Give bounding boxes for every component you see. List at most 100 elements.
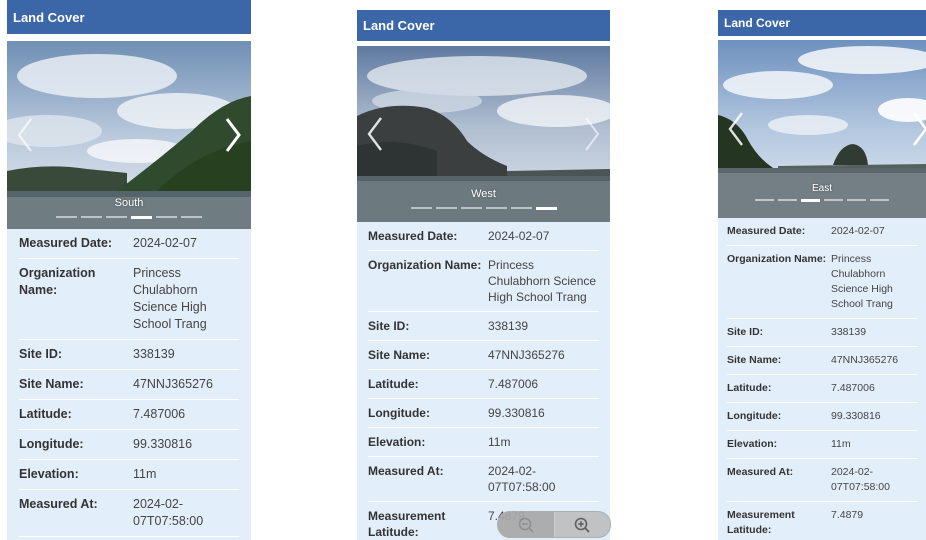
- info-row: Measurement Latitude: 7.4879: [727, 502, 917, 540]
- carousel-dot[interactable]: [755, 199, 774, 201]
- chevron-right-icon: [585, 117, 600, 151]
- app-header-title: Land Cover: [357, 10, 610, 41]
- zoom-in-button[interactable]: [555, 512, 611, 537]
- info-row: Elevation: 11m: [727, 431, 917, 459]
- info-label: Longitude:: [727, 410, 782, 422]
- info-value: 7.487006: [133, 407, 186, 421]
- info-label: Latitude:: [727, 382, 772, 394]
- info-value: 2024-02-07: [488, 229, 550, 243]
- carousel-dot[interactable]: [870, 199, 889, 201]
- photo-direction-label: West: [471, 188, 496, 200]
- site-info-table: Measured Date: 2024-02-07 Organization Nam…: [7, 229, 251, 540]
- info-value: 11m: [488, 435, 511, 449]
- info-label: Measured At:: [368, 464, 444, 478]
- info-row: Measured At: 2024-02-07T07:58:00: [19, 490, 239, 537]
- info-value: 99.330816: [488, 406, 545, 420]
- info-row: Latitude: 7.487006: [727, 375, 917, 403]
- info-row: Elevation: 11m: [19, 460, 239, 490]
- info-row: Measured Date: 2024-02-07: [727, 218, 917, 246]
- info-value: 338139: [133, 347, 175, 361]
- info-row: Latitude: 7.487006: [19, 400, 239, 430]
- info-value: 99.330816: [831, 410, 881, 422]
- carousel-dot[interactable]: [156, 216, 177, 218]
- info-value: 338139: [831, 326, 867, 338]
- info-label: Latitude:: [368, 377, 419, 391]
- info-label: Organization Name:: [368, 258, 482, 272]
- info-row: Longitude: 99.330816: [19, 430, 239, 460]
- info-label: Measurement Latitude:: [727, 509, 795, 536]
- info-row: Site Name: 47NNJ365276: [19, 370, 239, 400]
- info-label: Site ID:: [727, 326, 764, 338]
- chevron-left-icon: [17, 118, 32, 152]
- info-row: Latitude: 7.487006: [368, 370, 599, 399]
- info-row: Elevation: 11m: [368, 428, 599, 457]
- info-value: 338139: [488, 319, 529, 333]
- site-photo-carousel: East: [718, 40, 926, 218]
- info-label: Elevation:: [368, 435, 426, 449]
- info-value: Princess Chulabhorn Science High School …: [133, 266, 207, 331]
- next-photo-button[interactable]: [910, 109, 926, 149]
- carousel-dot[interactable]: [485, 207, 507, 209]
- next-photo-button[interactable]: [223, 115, 243, 155]
- info-row: Measured Date: 2024-02-07: [19, 229, 239, 259]
- info-label: Site Name:: [19, 377, 84, 391]
- info-value: 47NNJ365276: [488, 348, 565, 362]
- info-label: Organization Name:: [727, 253, 827, 265]
- site-info-table: Measured Date: 2024-02-07 Organization Nam…: [357, 222, 610, 540]
- carousel-dot[interactable]: [56, 216, 77, 218]
- zoom-out-icon: [518, 517, 534, 533]
- info-label: Organization Name:: [19, 266, 96, 297]
- previous-photo-button[interactable]: [726, 109, 746, 149]
- info-label: Elevation:: [19, 467, 79, 481]
- next-photo-button[interactable]: [582, 114, 602, 154]
- carousel-dot[interactable]: [535, 207, 557, 210]
- carousel-dot[interactable]: [778, 199, 797, 201]
- chevron-left-icon: [367, 117, 382, 151]
- carousel-indicator: [718, 199, 926, 202]
- carousel-dot[interactable]: [131, 216, 152, 219]
- info-value: 2024-02-07: [831, 225, 885, 237]
- carousel-dot[interactable]: [824, 199, 843, 201]
- info-value: 2024-02-07: [133, 236, 197, 250]
- carousel-dot[interactable]: [181, 216, 202, 218]
- info-label: Latitude:: [19, 407, 72, 421]
- previous-photo-button[interactable]: [15, 115, 35, 155]
- info-label: Site ID:: [368, 319, 410, 333]
- info-label: Longitude:: [19, 437, 84, 451]
- info-value: Princess Chulabhorn Science High School …: [488, 258, 597, 304]
- carousel-dot[interactable]: [435, 207, 457, 209]
- info-value: 47NNJ365276: [133, 377, 213, 391]
- zoom-out-button[interactable]: [498, 512, 555, 537]
- info-value: 11m: [831, 438, 851, 450]
- info-label: Site ID:: [19, 347, 63, 361]
- carousel-dot[interactable]: [847, 199, 866, 201]
- info-value: 11m: [133, 467, 157, 481]
- info-row: Site Name: 47NNJ365276: [368, 341, 599, 370]
- info-label: Measured At:: [19, 497, 98, 511]
- info-row: Site ID: 338139: [368, 312, 599, 341]
- previous-photo-button[interactable]: [365, 114, 385, 154]
- chevron-right-icon: [225, 118, 241, 152]
- info-row: Measured At: 2024-02-07T07:58:00: [727, 459, 917, 502]
- chevron-right-icon: [912, 112, 926, 146]
- app-header-title: Land Cover: [7, 0, 251, 34]
- carousel-indicator: [357, 207, 610, 210]
- carousel-dot[interactable]: [460, 207, 482, 209]
- info-row: Longitude: 99.330816: [727, 403, 917, 431]
- info-row: Measured At: 2024-02-07T07:58:00: [368, 457, 599, 502]
- land-cover-panel-west: Land Cover West Measured Date: 2024-02-0…: [357, 10, 610, 540]
- info-value: 2024-02-07T07:58:00: [831, 466, 890, 493]
- carousel-indicator: [7, 216, 251, 219]
- carousel-dot[interactable]: [510, 207, 532, 209]
- info-label: Measurement Latitude:: [368, 509, 446, 539]
- carousel-dot[interactable]: [410, 207, 432, 209]
- carousel-dot[interactable]: [801, 199, 820, 202]
- photo-direction-label: South: [114, 197, 144, 209]
- info-row: Organization Name: Princess Chulabhorn Sc…: [727, 246, 917, 319]
- carousel-dot[interactable]: [81, 216, 102, 218]
- zoom-in-icon: [574, 517, 590, 533]
- info-value: Princess Chulabhorn Science High School …: [831, 253, 893, 310]
- carousel-dot[interactable]: [106, 216, 127, 218]
- site-photo-carousel: West: [357, 46, 610, 222]
- info-row: Site ID: 338139: [727, 319, 917, 347]
